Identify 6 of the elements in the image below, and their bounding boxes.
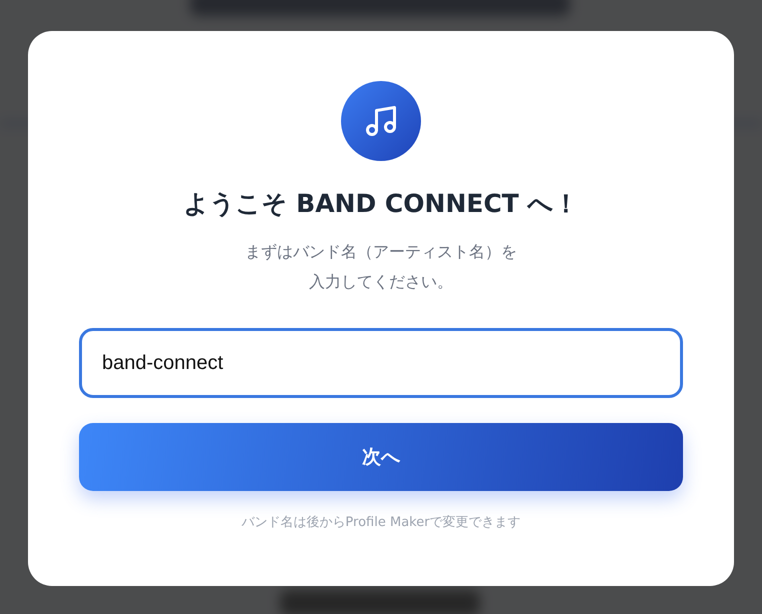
instruction-text: 入力してください。 [309, 271, 453, 293]
dialog-title: ようこそ BAND CONNECT へ！ [183, 188, 579, 220]
band-name-field[interactable]: band-connect [79, 328, 683, 398]
next-button[interactable]: 次へ [79, 423, 683, 491]
hint-text: バンド名は後からProfile Makerで変更できます [241, 514, 521, 531]
instruction-text: まずはバンド名（アーティスト名）を [245, 241, 517, 263]
